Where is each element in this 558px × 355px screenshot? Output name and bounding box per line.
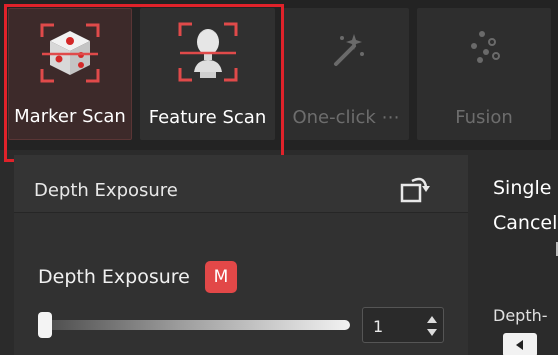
panel-title: Depth Exposure: [34, 180, 178, 201]
left-arrow-icon: [516, 340, 523, 350]
depth-exposure-label: Depth Exposure: [38, 266, 190, 288]
feature-scan-button[interactable]: Feature Scan: [140, 8, 275, 140]
feature-scan-icon: [176, 20, 240, 84]
depth-label: Depth-: [493, 306, 548, 325]
fusion-icon: [452, 20, 516, 84]
marker-scan-button[interactable]: Marker Scan: [8, 8, 132, 140]
manual-mode-badge[interactable]: M: [205, 261, 237, 293]
depth-exposure-slider[interactable]: [42, 320, 350, 330]
panel-header: Depth Exposure: [14, 155, 468, 213]
spinbox-value: 1: [373, 317, 384, 336]
app-window: Marker Scan Feature Scan One-click ⋯ Fus…: [0, 0, 558, 355]
one-click-button[interactable]: One-click ⋯: [283, 8, 409, 140]
one-click-label: One-click ⋯: [292, 107, 400, 128]
marker-scan-label: Marker Scan: [14, 106, 126, 127]
scan-mode-toolbar: Marker Scan Feature Scan One-click ⋯ Fus…: [0, 0, 558, 162]
depth-exposure-panel: Depth Exposure Depth Exposure M 1: [14, 155, 468, 355]
fusion-button[interactable]: Fusion: [417, 8, 551, 140]
marker-scan-icon: [38, 21, 102, 85]
feature-scan-label: Feature Scan: [148, 107, 267, 128]
cancel-label[interactable]: Cancel: [493, 212, 557, 234]
prev-button[interactable]: [503, 333, 537, 355]
spin-down-icon[interactable]: [427, 329, 437, 336]
reset-icon[interactable]: [398, 171, 432, 205]
magic-wand-icon: [314, 20, 378, 84]
depth-exposure-spinbox[interactable]: 1: [362, 307, 444, 343]
slider-handle[interactable]: [38, 312, 52, 338]
fusion-label: Fusion: [455, 107, 513, 128]
spin-up-icon[interactable]: [427, 316, 437, 323]
single-label: Single: [493, 177, 552, 199]
